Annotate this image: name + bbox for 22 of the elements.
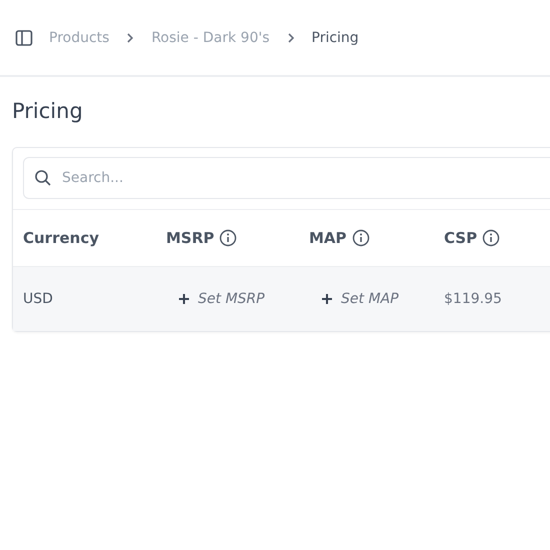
- info-icon[interactable]: [219, 229, 238, 247]
- breadcrumb-link[interactable]: Rosie - Dark 90's: [151, 30, 270, 46]
- chevron-right-icon: [286, 32, 294, 44]
- set-price-button[interactable]: Set MSRP: [178, 291, 265, 307]
- search-field[interactable]: Search...: [23, 157, 550, 199]
- info-icon[interactable]: [482, 229, 500, 247]
- page-title: Pricing: [12, 99, 84, 123]
- column-header: MSRP: [166, 229, 214, 247]
- breadcrumb-link[interactable]: Products: [49, 30, 110, 46]
- sidebar-toggle-icon[interactable]: [15, 28, 33, 46]
- currency-cell: USD: [23, 291, 53, 307]
- set-price-button[interactable]: Set MAP: [321, 291, 399, 307]
- search-icon: [34, 169, 52, 187]
- price-cell: $119.95: [444, 291, 502, 307]
- info-icon[interactable]: [352, 229, 370, 247]
- plus-icon: [321, 293, 333, 305]
- column-header: Currency: [23, 229, 100, 247]
- breadcrumb-link[interactable]: Pricing: [312, 30, 359, 46]
- column-header: MAP: [309, 229, 347, 247]
- column-header: CSP: [444, 229, 478, 247]
- plus-icon: [178, 293, 190, 305]
- chevron-right-icon: [126, 32, 134, 44]
